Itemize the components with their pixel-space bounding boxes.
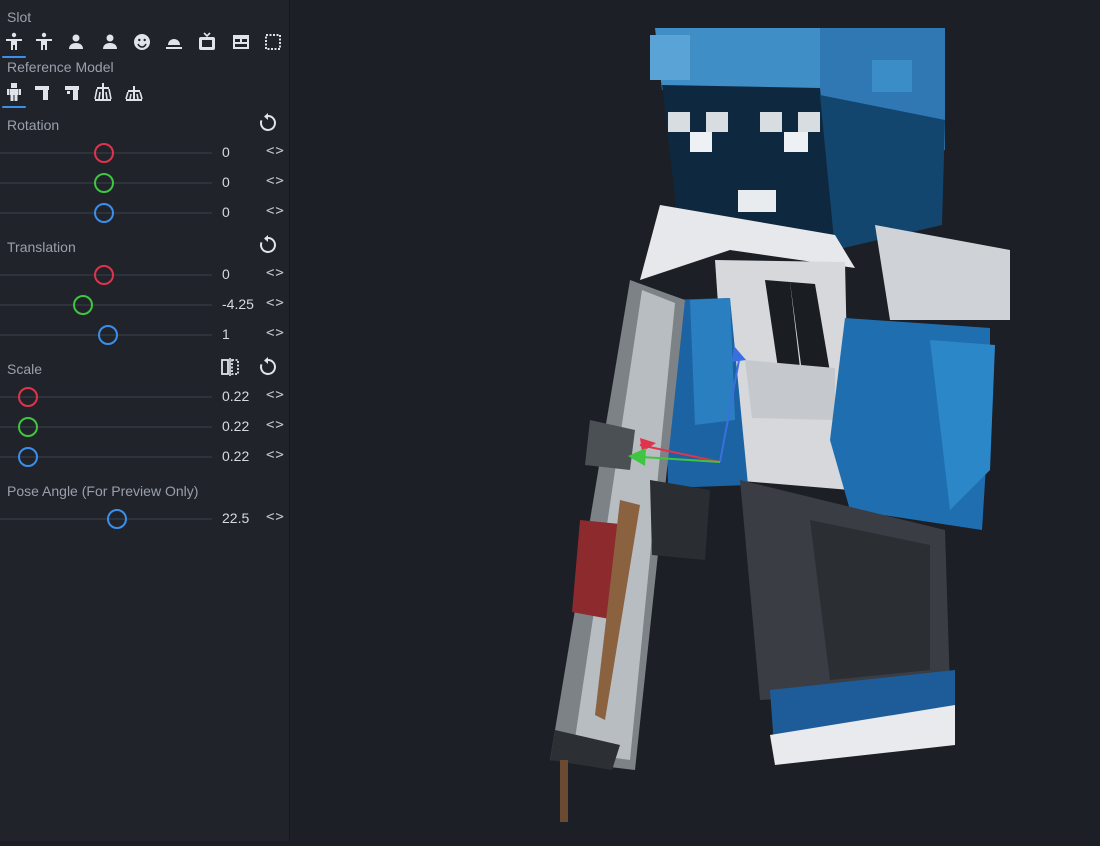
translation-reset-button[interactable] — [257, 234, 279, 256]
third-person-left-icon[interactable] — [96, 28, 124, 56]
rotation-z-knob[interactable] — [93, 203, 114, 223]
translation-y-adjust-arrows[interactable]: <> — [266, 295, 285, 311]
ground-icon[interactable] — [160, 28, 188, 56]
mirror-icon — [221, 358, 239, 376]
reference-model-label: Reference Model — [7, 59, 114, 75]
pose-angle-value: 22.5 — [222, 510, 250, 526]
player-model-icon[interactable] — [0, 78, 28, 108]
reset-icon — [260, 235, 276, 253]
mirror-scale-button[interactable] — [219, 356, 241, 378]
pose-angle-slider: 22.5 <> — [0, 507, 289, 531]
reset-icon — [260, 357, 276, 375]
pose-angle-knob[interactable] — [106, 509, 127, 529]
armor-stand-small-icon[interactable] — [120, 78, 148, 106]
translation-x-knob[interactable] — [93, 265, 114, 285]
translation-y-value: -4.25 — [222, 296, 254, 312]
scale-y-value: 0.22 — [222, 418, 250, 434]
rotation-y-adjust-arrows[interactable]: <> — [266, 173, 285, 189]
reference-model-icon-row — [0, 78, 160, 108]
first-person-right-hand-icon[interactable] — [0, 28, 28, 58]
model-preview-viewport[interactable] — [290, 0, 1100, 841]
slot-label: Slot — [7, 9, 32, 25]
scale-y-adjust-arrows[interactable]: <> — [266, 417, 285, 433]
translation-y-slider: -4.25 <> — [0, 293, 289, 317]
third-person-right-icon[interactable] — [62, 28, 90, 56]
rotation-x-value: 0 — [222, 144, 230, 160]
scale-z-adjust-arrows[interactable]: <> — [266, 447, 285, 463]
slider-track — [0, 304, 212, 306]
scale-x-knob[interactable] — [17, 387, 38, 407]
translation-z-knob[interactable] — [98, 325, 119, 345]
player-right-arm — [830, 225, 1010, 530]
reset-icon — [260, 113, 276, 131]
slot-icon-row — [0, 28, 289, 58]
scale-reset-button[interactable] — [257, 356, 279, 378]
pose-angle-adjust-arrows[interactable]: <> — [266, 509, 285, 525]
rotation-label: Rotation — [7, 117, 60, 133]
rotation-x-knob[interactable] — [93, 143, 114, 163]
scale-x-slider: 0.22 <> — [0, 385, 289, 409]
translation-x-value: 0 — [222, 266, 230, 282]
frame-icon[interactable] — [193, 28, 221, 56]
player-legs — [740, 480, 955, 765]
scale-label: Scale — [7, 361, 43, 377]
translation-z-adjust-arrows[interactable]: <> — [266, 325, 285, 341]
translation-x-slider: 0 <> — [0, 263, 289, 287]
translation-label: Translation — [7, 239, 76, 255]
rotation-y-knob[interactable] — [93, 173, 114, 193]
scale-y-knob[interactable] — [17, 417, 38, 437]
scale-z-slider: 0.22 <> — [0, 445, 289, 469]
scale-z-knob[interactable] — [17, 447, 38, 467]
model-preview-image — [550, 28, 1010, 822]
left-arm-icon[interactable] — [59, 78, 87, 106]
rotation-x-adjust-arrows[interactable]: <> — [266, 143, 285, 159]
head-icon[interactable] — [128, 28, 156, 56]
rotation-y-value: 0 — [222, 174, 230, 190]
armor-stand-icon[interactable] — [89, 78, 117, 106]
rotation-x-slider: 0 <> — [0, 141, 289, 165]
scale-x-adjust-arrows[interactable]: <> — [266, 387, 285, 403]
scale-x-value: 0.22 — [222, 388, 250, 404]
first-person-left-hand-icon[interactable] — [30, 28, 58, 56]
right-arm-icon[interactable] — [29, 78, 57, 106]
scale-y-slider: 0.22 <> — [0, 415, 289, 439]
rotation-y-slider: 0 <> — [0, 171, 289, 195]
gui-icon[interactable] — [227, 28, 255, 56]
rotation-reset-button[interactable] — [257, 112, 279, 134]
rotation-z-value: 0 — [222, 204, 230, 220]
translation-z-slider: 1 <> — [0, 323, 289, 347]
display-settings-panel: Slot Reference Model Rotation 0 <> 0 <> … — [0, 0, 290, 841]
rotation-z-adjust-arrows[interactable]: <> — [266, 203, 285, 219]
translation-y-knob[interactable] — [72, 295, 93, 315]
translation-z-value: 1 — [222, 326, 230, 342]
fixed-icon[interactable] — [259, 28, 287, 56]
translation-x-adjust-arrows[interactable]: <> — [266, 265, 285, 281]
rotation-z-slider: 0 <> — [0, 201, 289, 225]
scale-z-value: 0.22 — [222, 448, 250, 464]
pose-angle-label: Pose Angle (For Preview Only) — [7, 483, 199, 499]
